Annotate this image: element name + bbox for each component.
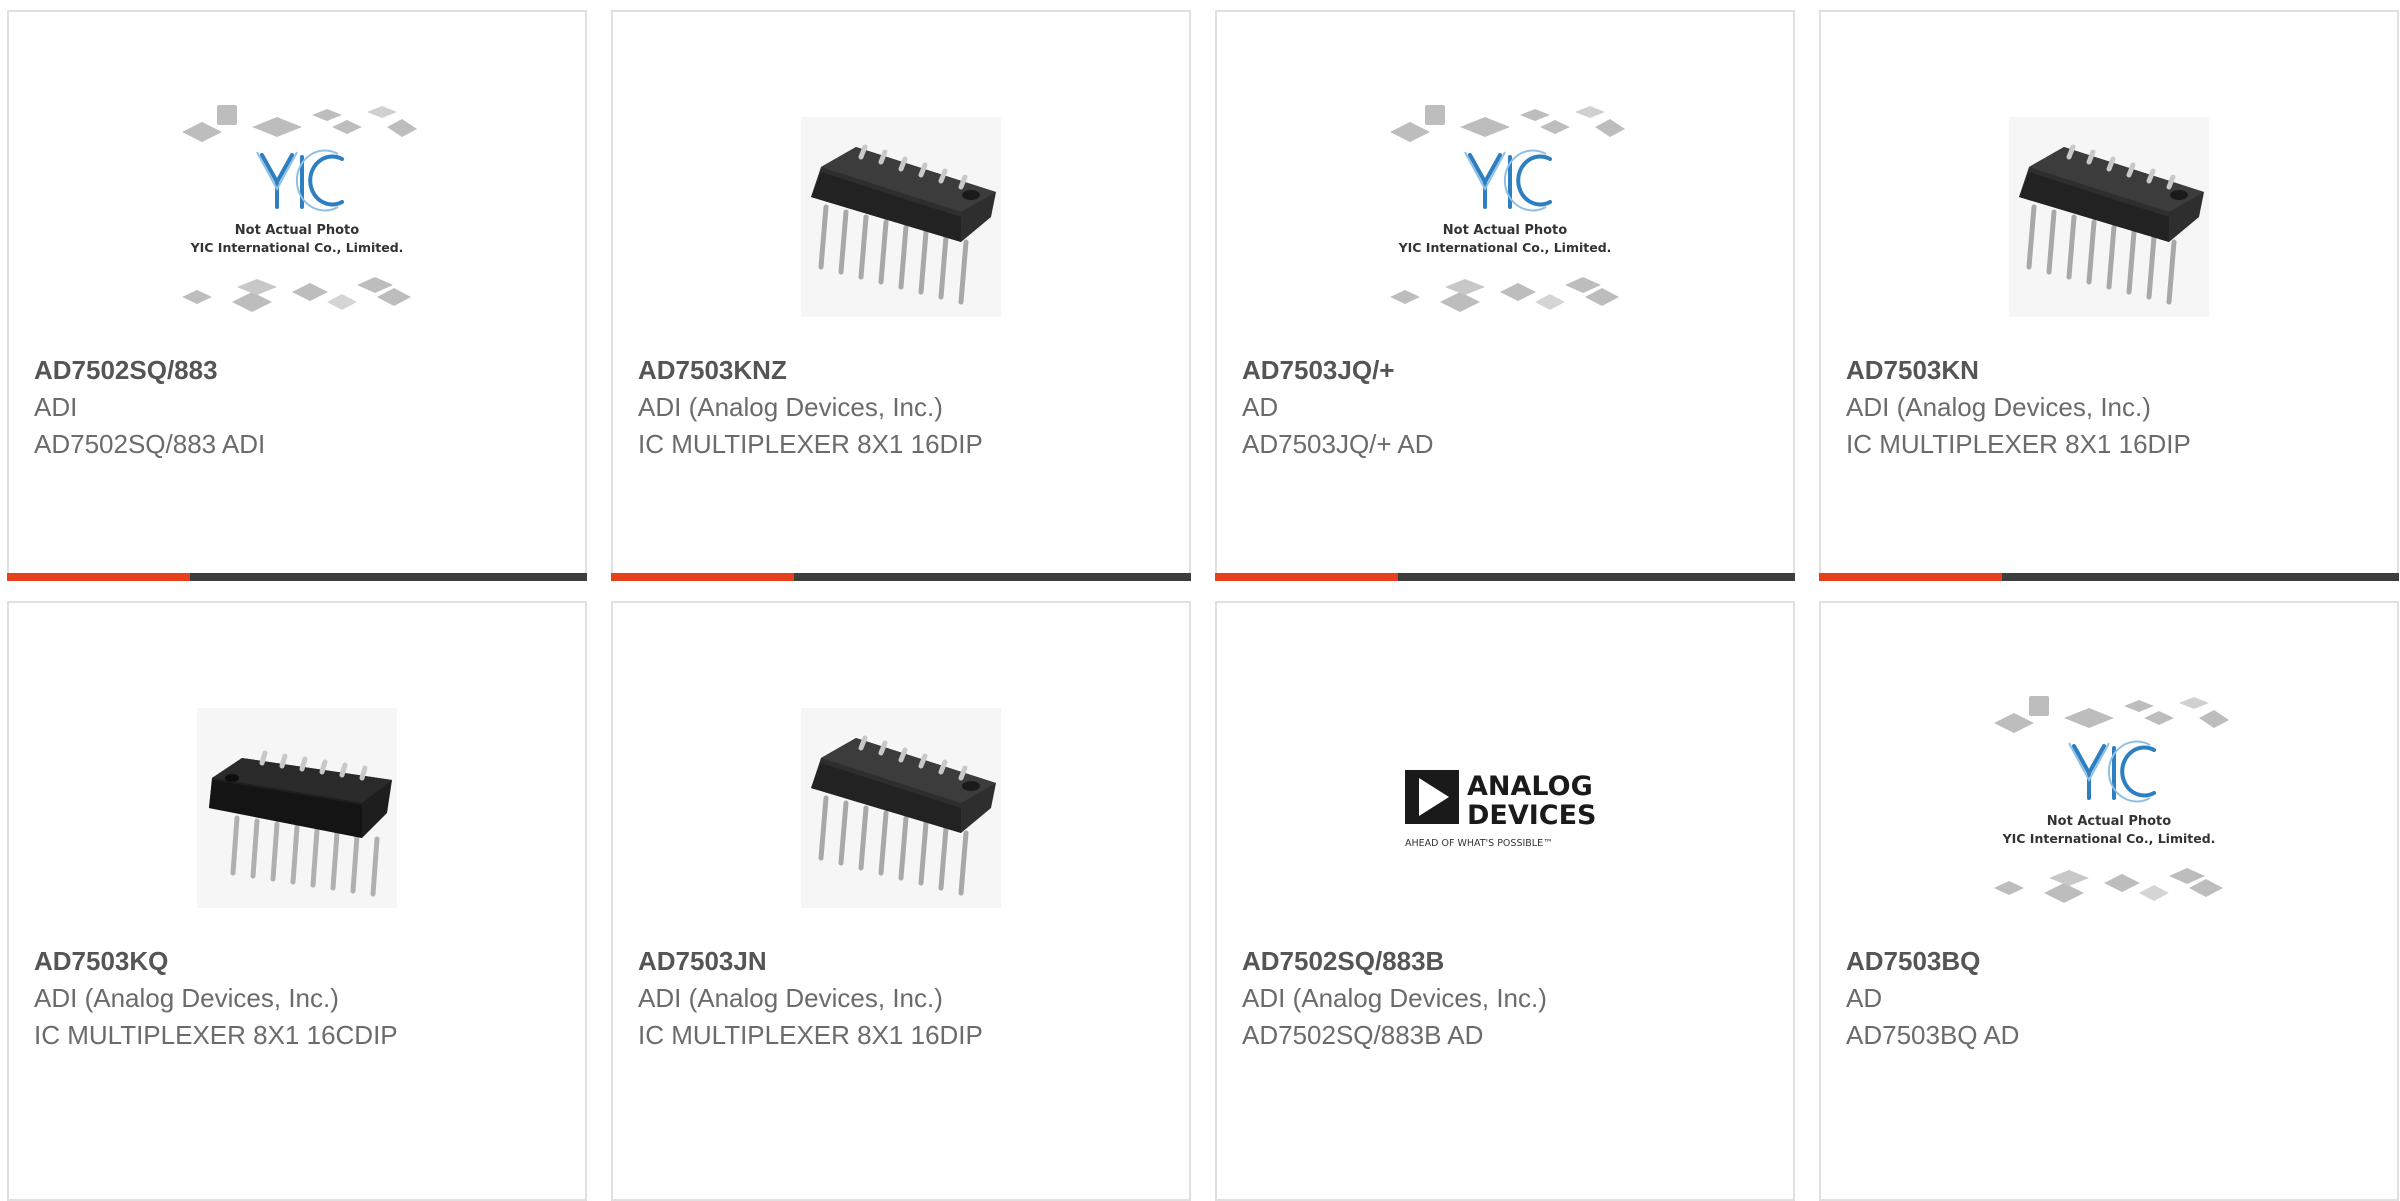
dip16-chip-icon [801,117,1001,317]
product-info: AD7503BQ AD AD7503BQ AD [1846,943,2377,1054]
placeholder-caption-line1: Not Actual Photo [1443,223,1567,238]
product-info: AD7503KN ADI (Analog Devices, Inc.) IC M… [1846,352,2377,463]
card-bottom-bar [1215,573,1795,581]
product-info: AD7503KNZ ADI (Analog Devices, Inc.) IC … [638,352,1169,463]
logo-line2: DEVICES [1467,800,1597,831]
yic-placeholder-icon: Not Actual Photo YIC International Co., … [182,105,417,312]
manufacturer: ADI (Analog Devices, Inc.) [34,983,339,1013]
card-bottom-bar [7,573,587,581]
description: IC MULTIPLEXER 8X1 16DIP [638,429,983,459]
product-card[interactable]: Not Actual Photo YIC International Co., … [1819,601,2399,1201]
yic-placeholder-icon: Not Actual Photo YIC International Co., … [1994,696,2229,903]
dip16-chip-icon [2009,117,2209,317]
manufacturer: ADI (Analog Devices, Inc.) [638,392,943,422]
part-number[interactable]: AD7503KN [1846,352,2377,389]
product-grid: Not Actual Photo YIC International Co., … [7,10,2400,1201]
description: AD7503BQ AD [1846,1020,2020,1050]
product-image[interactable] [9,673,585,943]
manufacturer: ADI (Analog Devices, Inc.) [1242,983,1547,1013]
part-number[interactable]: AD7503JQ/+ [1242,352,1773,389]
placeholder-caption-line1: Not Actual Photo [2047,814,2171,829]
product-card[interactable]: AD7503KNZ ADI (Analog Devices, Inc.) IC … [611,10,1191,581]
manufacturer: AD [1242,392,1279,422]
product-info: AD7502SQ/883 ADI AD7502SQ/883 ADI [34,352,565,463]
part-number[interactable]: AD7503JN [638,943,1169,980]
description: AD7502SQ/883 ADI [34,429,266,459]
product-info: AD7503KQ ADI (Analog Devices, Inc.) IC M… [34,943,565,1054]
product-info: AD7502SQ/883B ADI (Analog Devices, Inc.)… [1242,943,1773,1054]
manufacturer: ADI (Analog Devices, Inc.) [1846,392,2151,422]
description: IC MULTIPLEXER 8X1 16DIP [1846,429,2191,459]
product-info: AD7503JQ/+ AD AD7503JQ/+ AD [1242,352,1773,463]
card-bottom-bar [1819,573,2399,581]
product-card[interactable]: Not Actual Photo YIC International Co., … [1215,10,1795,581]
manufacturer: AD [1846,983,1883,1013]
placeholder-caption-line1: Not Actual Photo [235,223,359,238]
product-card[interactable]: Not Actual Photo YIC International Co., … [7,10,587,581]
logo-line1: ANALOG [1467,771,1593,802]
part-number[interactable]: AD7503BQ [1846,943,2377,980]
analog-devices-logo: ANALOG DEVICES AHEAD OF WHAT'S POSSIBLE™ [1405,770,1597,849]
manufacturer: ADI [34,392,78,422]
placeholder-caption-line2: YIC International Co., Limited. [2002,831,2216,846]
part-number[interactable]: AD7503KQ [34,943,565,980]
yic-placeholder-icon: Not Actual Photo YIC International Co., … [1390,105,1625,312]
product-image[interactable] [613,673,1189,943]
part-number[interactable]: AD7503KNZ [638,352,1169,389]
product-image[interactable]: Not Actual Photo YIC International Co., … [1821,673,2397,943]
card-bottom-bar [611,573,1191,581]
product-card[interactable]: ANALOG DEVICES AHEAD OF WHAT'S POSSIBLE™… [1215,601,1795,1201]
product-card[interactable]: AD7503JN ADI (Analog Devices, Inc.) IC M… [611,601,1191,1201]
part-number[interactable]: AD7502SQ/883 [34,352,565,389]
product-image[interactable] [1821,82,2397,352]
manufacturer: ADI (Analog Devices, Inc.) [638,983,943,1013]
product-image[interactable] [613,82,1189,352]
description: AD7503JQ/+ AD [1242,429,1434,459]
description: IC MULTIPLEXER 8X1 16CDIP [34,1020,398,1050]
product-image[interactable]: ANALOG DEVICES AHEAD OF WHAT'S POSSIBLE™ [1217,673,1793,943]
part-number[interactable]: AD7502SQ/883B [1242,943,1773,980]
product-card[interactable]: AD7503KQ ADI (Analog Devices, Inc.) IC M… [7,601,587,1201]
description: IC MULTIPLEXER 8X1 16DIP [638,1020,983,1050]
product-info: AD7503JN ADI (Analog Devices, Inc.) IC M… [638,943,1169,1054]
product-image[interactable]: Not Actual Photo YIC International Co., … [1217,82,1793,352]
product-image[interactable]: Not Actual Photo YIC International Co., … [9,82,585,352]
logo-tagline: AHEAD OF WHAT'S POSSIBLE™ [1405,838,1553,849]
cdip16-chip-icon [197,708,397,908]
dip16-chip-icon [801,708,1001,908]
description: AD7502SQ/883B AD [1242,1020,1484,1050]
product-card[interactable]: AD7503KN ADI (Analog Devices, Inc.) IC M… [1819,10,2399,581]
placeholder-caption-line2: YIC International Co., Limited. [1398,240,1612,255]
placeholder-caption-line2: YIC International Co., Limited. [190,240,404,255]
